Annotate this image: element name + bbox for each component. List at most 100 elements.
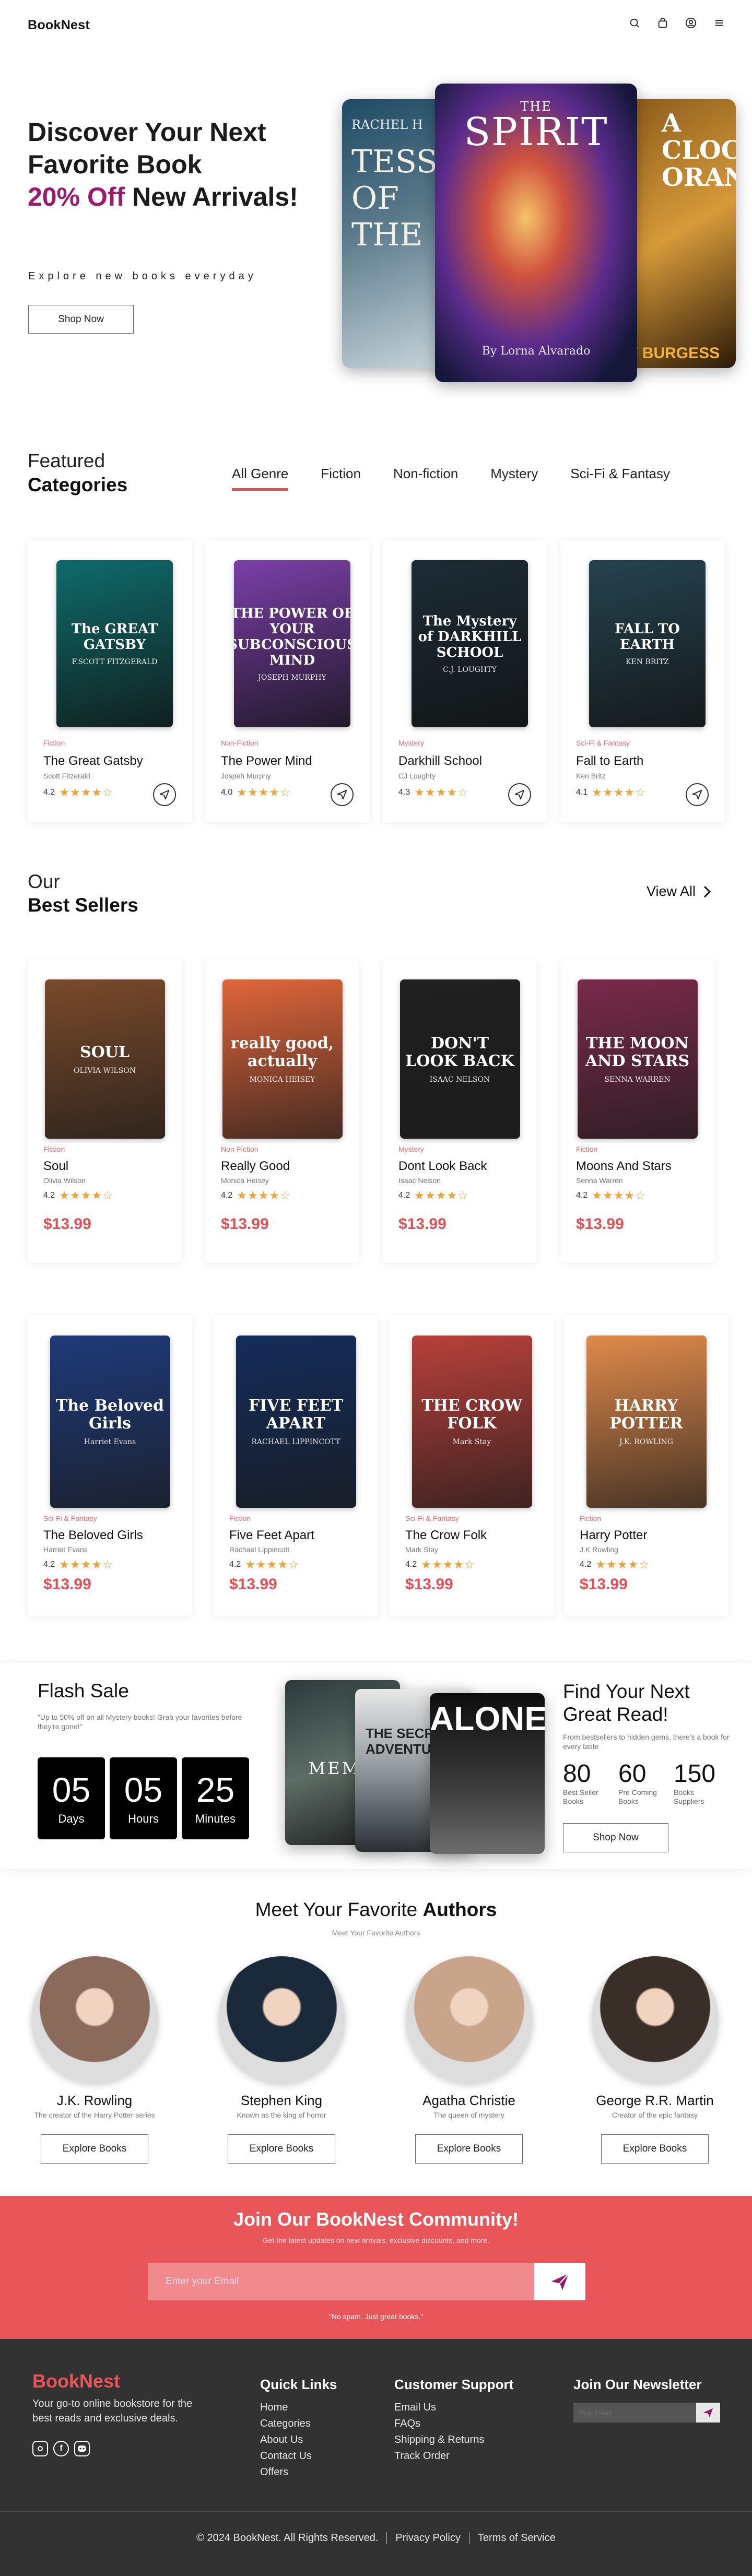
- send-icon[interactable]: [508, 783, 531, 806]
- book-author: Mark Stay: [405, 1545, 439, 1554]
- tab-fiction[interactable]: Fiction: [321, 466, 361, 491]
- instagram-icon[interactable]: [32, 2441, 48, 2456]
- bestseller-card[interactable]: THE MOON AND STARS SENNA WARREN Fiction Moo…: [560, 960, 714, 1262]
- hero-subtitle: Explore new books everyday: [28, 270, 257, 282]
- stat-pre-coming: 60 Pre Coming Books: [618, 1759, 660, 1806]
- book-genre: Mystery: [398, 1145, 424, 1153]
- footer-email-input[interactable]: [573, 2403, 696, 2423]
- bestseller-card[interactable]: SOUL OLIVIA WILSON Fiction Soul Olivia Wilso…: [28, 960, 182, 1262]
- tab-all-genre[interactable]: All Genre: [232, 466, 289, 491]
- stat-label: Books Suppliers: [674, 1788, 704, 1805]
- explore-books-button[interactable]: Explore Books: [601, 2134, 709, 2164]
- menu-icon[interactable]: [713, 17, 725, 29]
- send-icon[interactable]: [331, 783, 354, 806]
- stat-label: Best Seller Books: [563, 1788, 598, 1805]
- account-icon[interactable]: [685, 17, 697, 29]
- cover-author: C.J. LOUGHTY: [443, 666, 497, 674]
- category-card[interactable]: THE POWER OF YOUR SUBCONSCIOUS MIND JOSEP…: [205, 540, 370, 822]
- hero-shop-now-button[interactable]: Shop Now: [28, 305, 134, 334]
- bestseller-card[interactable]: really good, actually MONICA HEISEY Non-Fi…: [205, 960, 359, 1262]
- cover-title: SPIRIT: [464, 110, 608, 155]
- book-genre: Sci-Fi & Fantasy: [43, 1514, 97, 1522]
- explore-books-button[interactable]: Explore Books: [228, 2134, 335, 2164]
- bag-icon[interactable]: [657, 17, 668, 29]
- author-desc: Creator of the epic fantasy: [612, 2111, 698, 2119]
- book-cover: FIVE FEET APART RACHAEL LIPPINCOTT: [236, 1336, 356, 1508]
- newsletter-email-input[interactable]: [148, 2263, 534, 2300]
- logo[interactable]: BookNest: [28, 18, 90, 33]
- bestseller-card[interactable]: HARRY POTTER J.K. ROWLING Fiction Harry Pot…: [564, 1316, 728, 1616]
- hero-cover-main[interactable]: THE SPIRIT By Lorna Alvarado: [435, 84, 637, 382]
- category-card[interactable]: The Mystery of DARKHILL SCHOOL C.J. LOUGH…: [383, 540, 547, 822]
- authors-title-pre: Meet Your Favorite: [255, 1899, 423, 1920]
- footer-link[interactable]: Track Order: [394, 2450, 484, 2462]
- cover-author: J.K. ROWLING: [619, 1438, 673, 1446]
- author-avatar[interactable]: [592, 1956, 719, 2083]
- book-author: CJ Loughty: [398, 772, 436, 780]
- author-avatar[interactable]: [31, 1956, 158, 2083]
- discord-icon[interactable]: [74, 2441, 90, 2456]
- view-all-link[interactable]: View All: [647, 883, 711, 900]
- bestseller-card[interactable]: The Beloved Girls Harriet Evans Sci-Fi & F…: [28, 1316, 192, 1616]
- rating-value: 4.2: [43, 788, 55, 797]
- explore-books-button[interactable]: Explore Books: [415, 2134, 523, 2164]
- footer-bottom: © 2024 BookNest. All Rights Reserved. Pri…: [0, 2532, 752, 2544]
- footer-link[interactable]: Contact Us: [260, 2450, 312, 2462]
- chevron-right-icon: [703, 885, 711, 897]
- facebook-icon[interactable]: f: [53, 2441, 69, 2456]
- book-rating: 4.1 ★★★★☆: [576, 786, 646, 799]
- hero-title: Discover Your Next Favorite Book 20% Off…: [28, 116, 298, 213]
- cover-title: The Mystery of DARKHILL SCHOOL: [418, 613, 522, 660]
- footer-link[interactable]: FAQs: [394, 2418, 484, 2430]
- send-icon[interactable]: [686, 783, 709, 806]
- book-price: $13.99: [405, 1576, 453, 1593]
- newsletter-send-button[interactable]: [534, 2263, 585, 2300]
- tab-mystery[interactable]: Mystery: [490, 466, 538, 491]
- flash-cover-3[interactable]: ALONE: [430, 1693, 545, 1854]
- rating-stars: ★★★★☆: [237, 1189, 291, 1202]
- author-avatar[interactable]: [406, 1956, 533, 2083]
- terms-link[interactable]: Terms of Service: [471, 2532, 563, 2544]
- footer-send-button[interactable]: [696, 2403, 720, 2423]
- hero-title-line2: Favorite Book: [28, 150, 202, 179]
- author-avatar[interactable]: [218, 1956, 345, 2083]
- book-genre: Mystery: [398, 739, 424, 747]
- cover-title: The Beloved Girls: [55, 1397, 164, 1433]
- footer-desc: Your go-to online bookstore for the best…: [32, 2398, 193, 2424]
- rating-stars: ★★★★☆: [245, 1558, 299, 1571]
- footer-logo[interactable]: BookNest: [32, 2370, 120, 2392]
- book-cover: The Beloved Girls Harriet Evans: [50, 1336, 170, 1508]
- footer-link[interactable]: Categories: [260, 2418, 312, 2430]
- author-desc: Known as the king of horror: [237, 2111, 326, 2119]
- book-genre: Fiction: [576, 1145, 598, 1153]
- footer-link[interactable]: Home: [260, 2402, 312, 2414]
- bestseller-card[interactable]: FIVE FEET APART RACHAEL LIPPINCOTT Fiction…: [214, 1316, 378, 1616]
- explore-books-button[interactable]: Explore Books: [41, 2134, 148, 2164]
- bestseller-card[interactable]: DON'T LOOK BACK ISAAC NELSON Mystery Dont L…: [383, 960, 537, 1262]
- send-icon[interactable]: [153, 783, 176, 806]
- hero-discount: 20% Off: [28, 182, 125, 211]
- author-desc: The queen of mystery: [433, 2111, 504, 2119]
- footer-link[interactable]: About Us: [260, 2434, 312, 2446]
- timer-label: Minutes: [195, 1812, 236, 1825]
- book-genre: Non-Fiction: [221, 1145, 258, 1153]
- find-next-title: Find Your Next Great Read!: [563, 1681, 690, 1725]
- flash-shop-now-button[interactable]: Shop Now: [563, 1823, 668, 1852]
- bestseller-card[interactable]: THE CROW FOLK Mark Stay Sci-Fi & Fantasy Th…: [390, 1316, 554, 1616]
- bestsellers-title1: Our: [28, 871, 60, 892]
- footer-link[interactable]: Email Us: [394, 2402, 484, 2414]
- privacy-link[interactable]: Privacy Policy: [388, 2532, 467, 2544]
- book-price: $13.99: [43, 1576, 91, 1593]
- category-card[interactable]: The GREAT GATSBY F.SCOTT FITZGERALD Fictio…: [28, 540, 192, 822]
- cover-title: THE POWER OF YOUR SUBCONSCIOUS MIND: [234, 606, 350, 668]
- timer-minutes: 25 Minutes: [182, 1757, 249, 1839]
- category-card[interactable]: FALL TO EARTH KEN BRITZ Sci-Fi & Fantasy Fa…: [560, 540, 725, 822]
- hero-title-line3: 20% Off New Arrivals!: [28, 181, 298, 213]
- footer-link[interactable]: Shipping & Returns: [394, 2434, 484, 2446]
- search-icon[interactable]: [629, 17, 640, 29]
- book-cover: FALL TO EARTH KEN BRITZ: [589, 560, 706, 727]
- footer-link[interactable]: Offers: [260, 2466, 312, 2478]
- tab-sci-fi-fantasy[interactable]: Sci-Fi & Fantasy: [570, 466, 670, 491]
- tab-non-fiction[interactable]: Non-fiction: [393, 466, 458, 491]
- rating-value: 4.3: [398, 788, 410, 797]
